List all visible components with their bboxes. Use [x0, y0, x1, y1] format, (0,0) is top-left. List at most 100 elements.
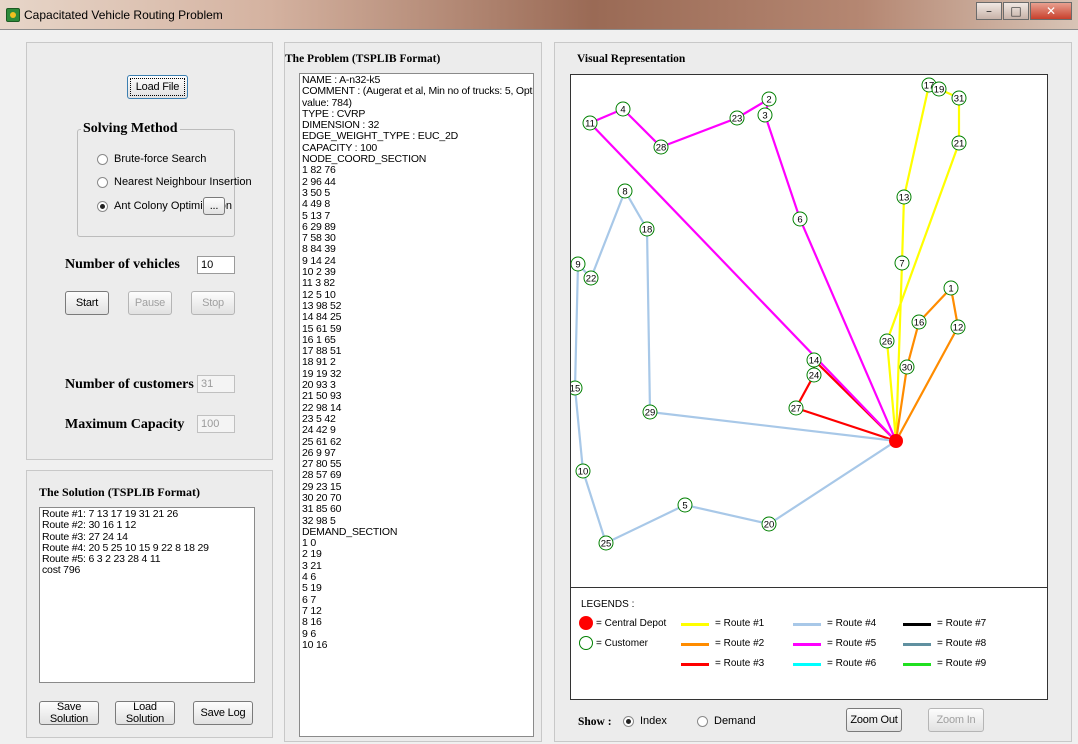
show-label: Show :: [578, 716, 612, 728]
text-line: 24 42 9: [302, 424, 336, 437]
customer-node: 18: [639, 221, 655, 237]
customer-index-label: 12: [953, 323, 964, 334]
text-line: 6 7: [302, 593, 316, 606]
customer-index-label: 14: [809, 356, 820, 367]
customer-index-label: 22: [586, 274, 597, 285]
text-line: 14 84 25: [302, 311, 342, 324]
pause-button[interactable]: Pause: [128, 291, 172, 315]
customer-index-label: 9: [575, 260, 580, 271]
route-line-5: [588, 96, 898, 442]
save-solution-button[interactable]: Save Solution: [39, 701, 99, 725]
solution-panel: The Solution (TSPLIB Format) Route #1: 7…: [26, 470, 273, 738]
customer-node: 5: [677, 497, 693, 513]
legend-depot: = Central Depot: [596, 618, 667, 629]
customer-node: 27: [788, 400, 804, 416]
route-legend-label: = Route #7: [937, 618, 987, 629]
text-line: 1 82 76: [302, 164, 336, 177]
num-vehicles-label: Number of vehicles: [65, 257, 180, 272]
customer-node: 12: [950, 319, 966, 335]
radio-brute-force[interactable]: Brute-force Search: [97, 153, 206, 165]
show-demand-radio[interactable]: Demand: [697, 715, 756, 727]
text-line: 21 50 93: [302, 390, 342, 403]
text-line: 4 49 8: [302, 198, 330, 211]
route-legend-label: = Route #6: [827, 658, 877, 669]
minimize-button[interactable]: –: [976, 2, 1002, 20]
customer-index-label: 21: [954, 139, 965, 150]
text-line: 17 88 51: [302, 345, 342, 358]
radio-dot: [697, 715, 708, 727]
customer-index-label: 23: [732, 114, 743, 125]
route-legend-swatch: [903, 643, 931, 646]
text-line: Route #2: 30 16 1 12: [42, 519, 137, 532]
num-vehicles-input[interactable]: 10: [197, 256, 235, 274]
text-line: COMMENT : (Augerat et al, Min no of truc…: [302, 85, 534, 98]
aco-settings-button[interactable]: ...: [203, 197, 225, 215]
load-solution-button[interactable]: Load Solution: [115, 701, 175, 725]
text-line: 5 19: [302, 582, 322, 595]
text-line: 8 16: [302, 616, 322, 629]
customer-index-label: 2: [766, 95, 771, 106]
show-index-radio[interactable]: Index: [623, 715, 667, 727]
customer-node: 14: [806, 352, 822, 368]
solution-textarea[interactable]: Route #1: 7 13 17 19 31 21 26 Route #2: 3…: [39, 507, 255, 683]
route-legend-swatch: [793, 623, 821, 626]
customer-node: 29: [642, 404, 658, 420]
text-line: cost 796: [42, 564, 81, 577]
route-legend-swatch: [681, 623, 709, 626]
route-legend-swatch: [681, 643, 709, 646]
max-capacity-label: Maximum Capacity: [65, 417, 185, 432]
central-depot: [889, 434, 903, 448]
customer-node: 7: [894, 255, 910, 271]
text-line: 7 12: [302, 604, 322, 617]
radio-dot: [623, 715, 634, 727]
customer-node: 28: [653, 139, 669, 155]
text-line: 3 21: [302, 559, 322, 572]
customer-node: 24: [806, 367, 822, 383]
depot-legend-icon: [579, 616, 593, 630]
text-line: 15 61 59: [302, 322, 342, 335]
text-line: 22 98 14: [302, 401, 342, 414]
radio-dot: [97, 153, 108, 165]
customer-node: 23: [729, 110, 745, 126]
max-capacity-input[interactable]: 100: [197, 415, 235, 433]
customer-index-label: 31: [954, 94, 965, 105]
route-legend-label: = Route #1: [715, 618, 765, 629]
text-line: 23 5 42: [302, 412, 336, 425]
num-customers-input[interactable]: 31: [197, 375, 235, 393]
route-legend-label: = Route #5: [827, 638, 877, 649]
customer-node: 9: [571, 256, 586, 272]
radio-nearest-neighbour[interactable]: Nearest Neighbour Insertion: [97, 176, 252, 188]
maximize-button[interactable]: □: [1003, 2, 1029, 20]
route-legend-label: = Route #3: [715, 658, 765, 669]
customer-index-label: 16: [914, 318, 925, 329]
problem-textarea[interactable]: NAME : A-n32-k5 COMMENT : (Augerat et al,…: [299, 73, 534, 737]
start-button[interactable]: Start: [65, 291, 109, 315]
save-log-button[interactable]: Save Log: [193, 701, 253, 725]
radio-label: Brute-force Search: [114, 153, 207, 165]
close-button[interactable]: ✕: [1030, 2, 1072, 20]
controls-panel: Load File Solving Method Brute-force Sea…: [26, 42, 273, 460]
text-line: 5 13 7: [302, 209, 330, 222]
customer-index-label: 7: [899, 259, 904, 270]
zoom-out-button[interactable]: Zoom Out: [846, 708, 902, 732]
stop-button[interactable]: Stop: [191, 291, 235, 315]
num-customers-label: Number of customers: [65, 377, 194, 392]
text-line: 25 61 62: [302, 435, 342, 448]
text-line: 10 16: [302, 638, 328, 651]
route-canvas[interactable]: 1 2 3 4 5 6 7 8 9 10 11 12 13 14 15 16 17 18 19 20 21 22 23 24 2…: [570, 74, 1048, 700]
customer-node: 8: [617, 183, 633, 199]
customer-index-label: 10: [578, 467, 589, 478]
customer-legend-icon: [579, 636, 593, 650]
customer-node: 21: [951, 135, 967, 151]
text-line: 28 57 69: [302, 469, 342, 482]
zoom-in-button[interactable]: Zoom In: [928, 708, 984, 732]
route-legend-swatch: [793, 663, 821, 666]
title-bar: Capacitated Vehicle Routing Problem – □ …: [0, 0, 1078, 30]
customer-index-label: 29: [645, 408, 656, 419]
load-file-button[interactable]: Load File: [127, 75, 188, 99]
route-line-4: [573, 188, 897, 545]
text-line: 6 29 89: [302, 220, 336, 233]
customer-index-label: 15: [571, 384, 580, 395]
route-legend-label: = Route #4: [827, 618, 877, 629]
problem-panel: The Problem (TSPLIB Format) NAME : A-n32…: [284, 42, 542, 742]
